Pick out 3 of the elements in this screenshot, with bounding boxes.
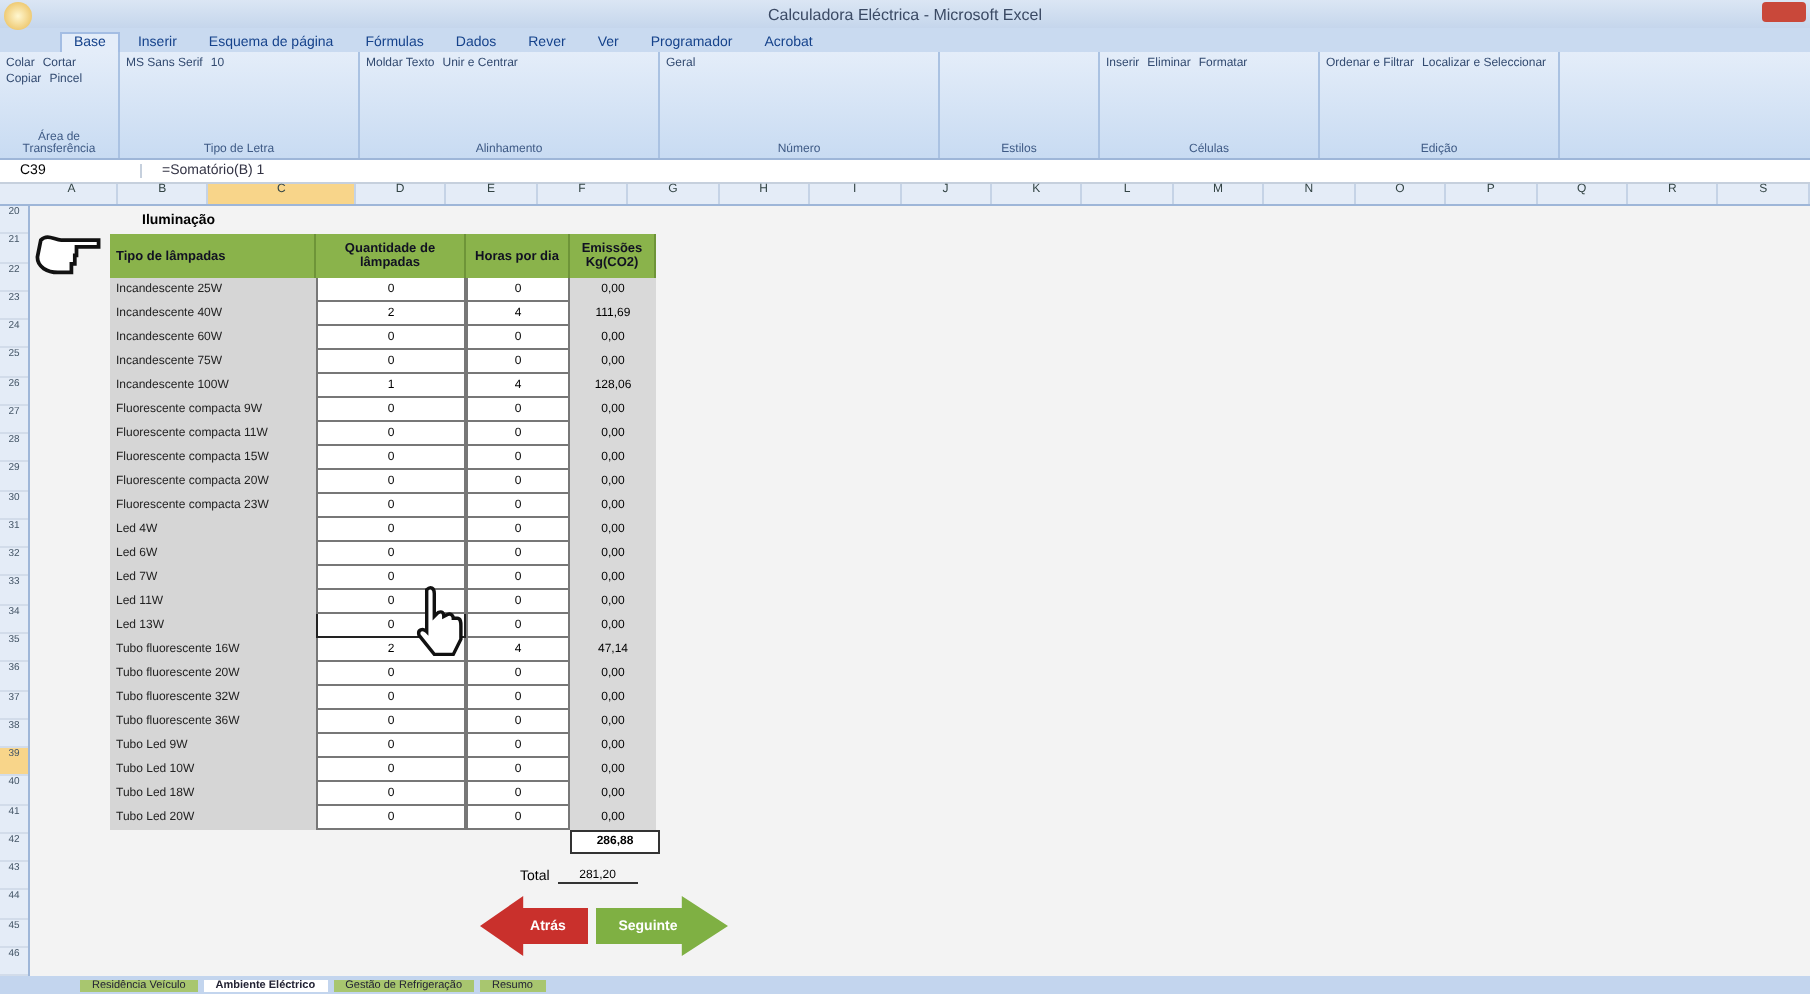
close-button[interactable] <box>1762 2 1806 22</box>
window-title: Calculadora Eléctrica - Microsoft Excel <box>768 5 1042 23</box>
office-button[interactable] <box>4 2 32 30</box>
